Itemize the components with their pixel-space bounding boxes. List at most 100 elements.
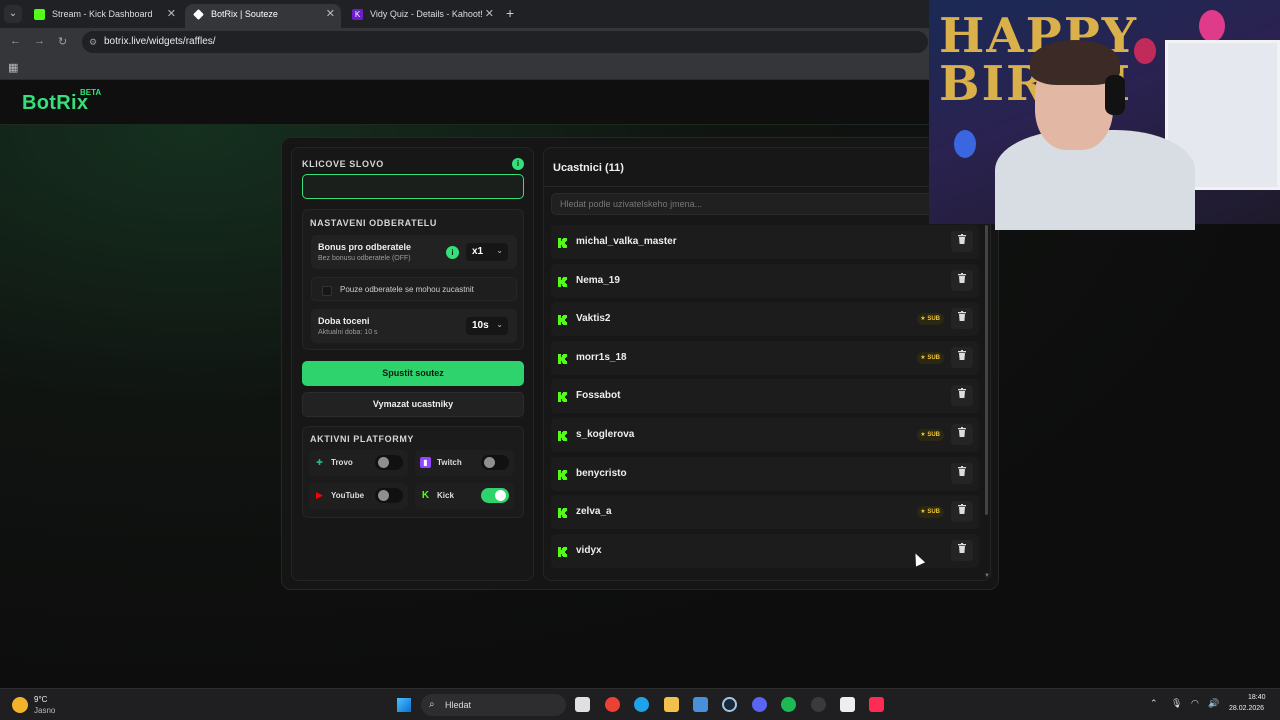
participant-name: vidyx xyxy=(576,544,602,556)
tab-title: Stream - Kick Dashboard xyxy=(52,9,153,19)
discord-icon[interactable] xyxy=(752,697,767,712)
new-tab-icon[interactable]: + xyxy=(506,5,514,21)
participant-name: benycristo xyxy=(576,467,627,479)
trash-icon xyxy=(958,311,966,322)
bonus-multiplier-select[interactable]: x1 ⌄ xyxy=(466,243,508,261)
chrome-icon[interactable] xyxy=(605,697,620,712)
participant-row: Nema_19 xyxy=(551,263,979,298)
spin-duration-row: Doba toceni Aktualni doba: 10 s 10s ⌄ xyxy=(311,309,517,343)
forward-icon[interactable]: → xyxy=(34,35,45,47)
close-tab-icon[interactable]: ✕ xyxy=(167,4,176,24)
edge-icon[interactable] xyxy=(634,697,649,712)
clear-participants-button[interactable]: Vymazat ucastniky xyxy=(302,392,524,417)
twitch-icon: ▮ xyxy=(420,457,431,468)
taskbar-search[interactable]: ⌕ Hledat xyxy=(421,694,566,716)
microphone-icon[interactable]: 🎙 xyxy=(1171,698,1182,709)
delete-participant-button[interactable] xyxy=(951,346,973,368)
sub-badge: ★ SUB xyxy=(917,313,944,326)
app-icon[interactable] xyxy=(840,697,855,712)
delete-participant-button[interactable] xyxy=(951,385,973,407)
trash-icon xyxy=(958,465,966,476)
weather-icon[interactable] xyxy=(12,697,28,713)
delete-participant-button[interactable] xyxy=(951,501,973,523)
delete-participant-button[interactable] xyxy=(951,539,973,561)
reload-icon[interactable]: ↻ xyxy=(58,35,67,48)
spotify-icon[interactable] xyxy=(781,697,796,712)
twitch-toggle[interactable] xyxy=(481,455,509,470)
back-icon[interactable]: ← xyxy=(10,35,21,47)
kick-favicon-icon xyxy=(34,9,45,20)
sub-badge: ★ SUB xyxy=(917,506,944,519)
spin-title: Doba toceni xyxy=(318,316,370,326)
participant-row: michal_valka_master xyxy=(551,225,979,259)
participant-row: Vaktis2 ★ SUB xyxy=(551,302,979,337)
trash-icon xyxy=(958,504,966,515)
close-tab-icon[interactable]: ✕ xyxy=(485,4,494,24)
platform-name: Twitch xyxy=(437,458,462,467)
tray-chevron-icon[interactable]: ⌃ xyxy=(1150,698,1158,709)
kick-icon xyxy=(557,390,569,403)
kick-icon xyxy=(557,429,569,441)
apps-grid-icon[interactable]: ▦ xyxy=(8,61,18,74)
task-view-icon[interactable] xyxy=(575,697,590,712)
clock-date[interactable]: 28.02.2026 xyxy=(1229,705,1264,712)
keyword-label: KLICOVE SLOVO xyxy=(302,159,384,169)
participant-list-scrollbar[interactable] xyxy=(985,225,988,515)
raffle-card: KLICOVE SLOVO i NASTAVENI ODBERATELU Bon… xyxy=(281,137,999,590)
tiktok-icon[interactable] xyxy=(869,697,884,712)
start-raffle-button[interactable]: Spustit soutez xyxy=(302,361,524,386)
start-menu-icon[interactable] xyxy=(397,698,411,712)
obs-icon[interactable] xyxy=(811,697,826,712)
close-tab-icon[interactable]: ✕ xyxy=(326,4,335,24)
site-info-icon[interactable]: ⚙ xyxy=(89,31,97,53)
participant-row: s_koglerova ★ SUB xyxy=(551,418,979,452)
bonus-subtitle: Bez bonusu odberatele (OFF) xyxy=(318,255,411,262)
active-platforms-section: AKTIVNI PLATFORMY ✚ Trovo ▮ Twitch ▶ You… xyxy=(302,426,524,518)
balloon xyxy=(954,130,976,158)
volume-icon[interactable]: 🔊 xyxy=(1208,698,1219,709)
tab-search-button[interactable]: ⌄ xyxy=(4,5,22,23)
botrix-logo[interactable]: BotRix xyxy=(22,92,88,115)
browser-tab[interactable]: K Vidy Quiz - Details - Kahoot! ✕ xyxy=(344,4,500,28)
browser-tab[interactable]: Stream - Kick Dashboard ✕ xyxy=(26,4,182,28)
delete-participant-button[interactable] xyxy=(951,231,973,252)
file-explorer-icon[interactable] xyxy=(664,697,679,712)
delete-participant-button[interactable] xyxy=(951,462,973,484)
clock-time[interactable]: 18:40 xyxy=(1248,694,1266,701)
trash-icon xyxy=(958,234,966,244)
delete-participant-button[interactable] xyxy=(951,424,973,445)
address-bar[interactable]: ⚙ botrix.live/widgets/raffles/ xyxy=(82,31,928,53)
spin-subtitle: Aktualni doba: 10 s xyxy=(318,329,378,336)
info-icon[interactable]: i xyxy=(512,158,524,170)
subs-only-checkbox[interactable] xyxy=(322,286,332,296)
info-icon[interactable]: i xyxy=(446,246,459,259)
chevron-down-icon: ⌄ xyxy=(496,320,503,329)
subscriber-settings-title: NASTAVENI ODBERATELU xyxy=(310,218,438,228)
raffle-settings-panel: KLICOVE SLOVO i NASTAVENI ODBERATELU Bon… xyxy=(291,147,534,581)
kick-toggle[interactable] xyxy=(481,488,509,503)
participant-name: Vaktis2 xyxy=(576,313,611,325)
platform-trovo: ✚ Trovo xyxy=(309,450,408,476)
youtube-icon: ▶ xyxy=(316,490,323,500)
participant-search-input[interactable] xyxy=(551,193,983,215)
delete-participant-button[interactable] xyxy=(951,269,973,291)
trash-icon xyxy=(958,272,966,283)
youtube-toggle[interactable] xyxy=(375,488,403,503)
scroll-down-icon[interactable]: ▼ xyxy=(984,573,990,579)
trovo-toggle[interactable] xyxy=(375,455,403,470)
kick-icon xyxy=(557,468,569,480)
steam-icon[interactable] xyxy=(722,697,737,712)
platform-name: Trovo xyxy=(331,458,353,467)
keyword-input[interactable] xyxy=(302,174,524,199)
subs-only-row[interactable]: Pouze odberatele se mohou zucastnit xyxy=(311,277,517,301)
subs-only-label: Pouze odberatele se mohou zucastnit xyxy=(340,285,474,294)
trash-icon xyxy=(958,542,966,553)
browser-tab-active[interactable]: BotRix | Souteze ✕ xyxy=(185,4,341,28)
spin-duration-select[interactable]: 10s ⌄ xyxy=(466,317,508,335)
delete-participant-button[interactable] xyxy=(951,308,973,330)
search-icon: ⌕ xyxy=(429,699,435,710)
wifi-icon[interactable]: ◠ xyxy=(1191,698,1199,709)
notepad-icon[interactable] xyxy=(693,697,708,712)
sub-badge-label: SUB xyxy=(927,432,940,438)
kick-icon xyxy=(557,352,569,364)
